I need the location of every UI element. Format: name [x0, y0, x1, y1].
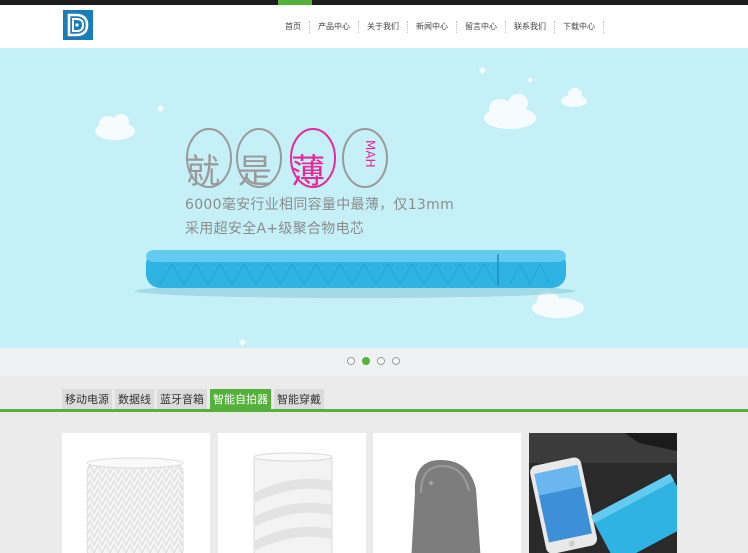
headline-unit: MAH — [363, 140, 377, 168]
tab-power-banks[interactable]: 移动电源 — [62, 389, 112, 410]
headline-char: 就 — [186, 152, 220, 192]
tab-wearables[interactable]: 智能穿戴 — [274, 389, 324, 410]
banner-slogan-line2: 采用超安全A+级聚合物电芯 — [185, 221, 365, 237]
white-textured-power-bank-image — [86, 457, 184, 553]
product-card[interactable] — [62, 433, 210, 553]
blue-power-bank-image — [146, 250, 566, 288]
dp-logo-icon[interactable] — [63, 10, 93, 40]
nav-home[interactable]: 首页 — [277, 17, 309, 37]
product-grid — [0, 412, 748, 553]
slide-dot-2[interactable] — [362, 357, 370, 365]
slide-dot-3[interactable] — [377, 357, 385, 365]
gray-pebble-power-bank-image — [411, 459, 481, 553]
product-card[interactable] — [218, 433, 366, 553]
nav-products[interactable]: 产品中心 — [310, 17, 358, 37]
tab-bluetooth-speakers[interactable]: 蓝牙音箱 — [157, 389, 207, 410]
headline-char-highlight: 薄 — [291, 152, 325, 192]
main-nav: 首页 产品中心 关于我们 新闻中心 留言中心 联系我们 下载中心 — [277, 17, 604, 37]
banner-slogan-line1: 6000毫安行业相同容量中最薄，仅13mm — [185, 197, 455, 213]
product-card[interactable] — [529, 433, 677, 553]
slider-pagination — [0, 348, 748, 376]
nav-about[interactable]: 关于我们 — [359, 17, 407, 37]
nav-news[interactable]: 新闻中心 — [408, 17, 456, 37]
product-card[interactable] — [373, 433, 521, 553]
slide-dot-4[interactable] — [392, 357, 400, 365]
white-spiral-power-bank-image — [253, 452, 333, 553]
nav-guestbook[interactable]: 留言中心 — [457, 17, 505, 37]
headline-char: 是 — [238, 152, 272, 192]
tab-selfie-sticks[interactable]: 智能自拍器 — [210, 389, 271, 410]
phone-with-blue-power-bank-image — [529, 433, 677, 553]
tab-cables[interactable]: 数据线 — [115, 389, 154, 410]
nav-download[interactable]: 下载中心 — [555, 17, 603, 37]
nav-contact[interactable]: 联系我们 — [506, 17, 554, 37]
hero-banner[interactable]: 就 是 薄 MAH 6000毫安行业相同容量中最薄，仅13mm 采用超安全A+级… — [0, 48, 748, 348]
product-category-tabs: 移动电源 数据线 蓝牙音箱 智能自拍器 智能穿戴 — [0, 376, 748, 410]
site-header: 首页 产品中心 关于我们 新闻中心 留言中心 联系我们 下载中心 — [0, 5, 748, 48]
slide-dot-1[interactable] — [347, 357, 355, 365]
nav-separator — [603, 21, 604, 33]
